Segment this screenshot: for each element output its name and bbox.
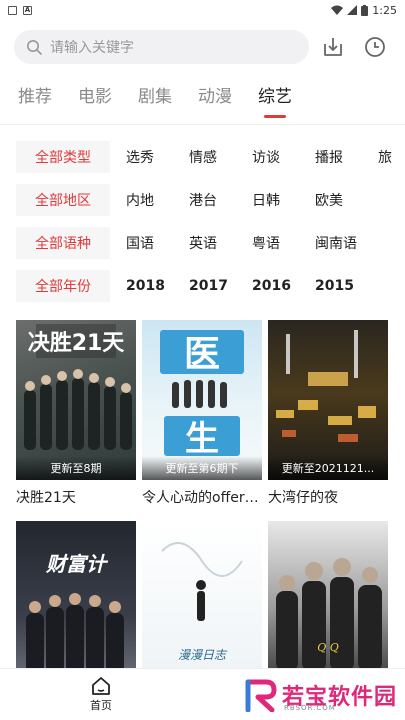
filter-all-type[interactable]: 全部类型: [16, 141, 110, 173]
show-card[interactable]: 决胜21天 更新至8期 决胜21天: [16, 320, 136, 509]
filter-row-language: 全部语种 国语 英语 粤语 闽南语: [16, 227, 405, 259]
show-poster[interactable]: 漫漫日志: [142, 521, 262, 681]
notification-icons: A: [8, 5, 32, 15]
filter-row-type: 全部类型 选秀 情感 访谈 播报 旅: [16, 141, 405, 173]
show-poster[interactable]: 决胜21天 更新至8期: [16, 320, 136, 480]
search-input[interactable]: 请输入关键字: [14, 30, 309, 64]
filter-all-language[interactable]: 全部语种: [16, 227, 110, 259]
filter-option[interactable]: 2018: [110, 278, 173, 294]
poster-art: Q Q: [276, 558, 382, 671]
show-poster[interactable]: 更新至2021121...: [268, 320, 388, 480]
show-poster[interactable]: 医 生 更新至第6期下: [142, 320, 262, 480]
tab-series[interactable]: 剧集: [138, 82, 172, 112]
episode-badge: 更新至8期: [16, 456, 136, 480]
home-icon: [92, 677, 110, 695]
clock: 1:25: [372, 3, 397, 17]
show-grid: 决胜21天 更新至8期 决胜21天 医 生 更新至第6期下 令人心动的offer…: [16, 320, 405, 710]
nav-home-label: 首页: [90, 699, 112, 712]
filter-option[interactable]: 欧美: [299, 190, 362, 210]
svg-text:决胜21天: 决胜21天: [28, 331, 126, 356]
filter-option[interactable]: 访谈: [236, 147, 299, 167]
filter-option[interactable]: 英语: [173, 233, 236, 253]
filter-row-region: 全部地区 内地 港台 日韩 欧美: [16, 184, 405, 216]
filter-option[interactable]: 闽南语: [299, 233, 362, 253]
tab-variety[interactable]: 综艺: [258, 82, 292, 112]
watermark-sub: RBSOR.COM: [283, 704, 336, 712]
watermark: 若宝软件园 RBSOR.COM: [244, 678, 397, 712]
poster-art: 漫漫日志: [161, 542, 243, 662]
filter-option[interactable]: 选秀: [110, 147, 173, 167]
show-title: 决胜21天: [16, 490, 76, 506]
filter-option[interactable]: 2015: [299, 278, 362, 294]
tab-recommend[interactable]: 推荐: [18, 82, 52, 112]
nav-home[interactable]: 首页: [84, 675, 118, 713]
search-icon: [27, 40, 42, 55]
filter-all-region[interactable]: 全部地区: [16, 184, 110, 216]
filter-option[interactable]: 内地: [110, 190, 173, 210]
svg-text:财富计: 财富计: [45, 552, 109, 576]
filter-panel: 全部类型 选秀 情感 访谈 播报 旅 全部地区 内地 港台 日韩 欧美 全部语种…: [0, 125, 405, 302]
show-title: 令人心动的offer第三季: [142, 490, 262, 506]
filter-option[interactable]: 2017: [173, 278, 236, 294]
signal-icon: [347, 5, 358, 15]
tab-movie[interactable]: 电影: [78, 82, 112, 112]
history-button[interactable]: [357, 29, 393, 65]
status-bar: A 1:25: [0, 0, 405, 20]
search-placeholder: 请输入关键字: [50, 40, 134, 56]
download-button[interactable]: [315, 29, 351, 65]
filter-option[interactable]: 播报: [299, 147, 362, 167]
svg-text:医: 医: [184, 334, 220, 375]
filter-option[interactable]: 粤语: [236, 233, 299, 253]
filter-option[interactable]: 日韩: [236, 190, 299, 210]
tab-anime[interactable]: 动漫: [198, 82, 232, 112]
svg-text:Q Q: Q Q: [317, 641, 339, 654]
app-notification-icon: A: [23, 5, 32, 15]
bottom-nav: 首页 若宝软件园 RBSOR.COM: [0, 668, 405, 720]
show-card[interactable]: 更新至2021121... 大湾仔的夜: [268, 320, 388, 509]
show-title: 大湾仔的夜: [268, 490, 338, 506]
search-row: 请输入关键字: [0, 20, 405, 68]
filter-option[interactable]: 情感: [173, 147, 236, 167]
filter-all-year[interactable]: 全部年份: [16, 270, 110, 302]
filter-option[interactable]: 港台: [173, 190, 236, 210]
filter-row-year: 全部年份 2018 2017 2016 2015: [16, 270, 405, 302]
battery-icon: [361, 4, 369, 16]
svg-text:生: 生: [185, 419, 219, 459]
episode-badge: 更新至第6期下: [142, 456, 262, 480]
svg-text:漫漫日志: 漫漫日志: [178, 648, 228, 662]
clock-icon: [365, 37, 385, 57]
poster-art: 财富计: [26, 552, 124, 673]
notification-icon: [8, 5, 17, 15]
filter-option[interactable]: 旅: [362, 147, 405, 167]
wifi-icon: [331, 5, 344, 15]
episode-badge: 更新至2021121...: [268, 456, 388, 480]
status-right: 1:25: [331, 4, 397, 17]
filter-option[interactable]: 2016: [236, 278, 299, 294]
watermark-logo-icon: [245, 679, 277, 712]
show-poster[interactable]: 财富计: [16, 521, 136, 681]
filter-option[interactable]: 国语: [110, 233, 173, 253]
download-icon: [324, 38, 342, 56]
category-tabs: 推荐 电影 剧集 动漫 综艺: [0, 68, 405, 116]
show-card[interactable]: 医 生 更新至第6期下 令人心动的offer第三季: [142, 320, 262, 509]
show-poster[interactable]: Q Q: [268, 521, 388, 681]
